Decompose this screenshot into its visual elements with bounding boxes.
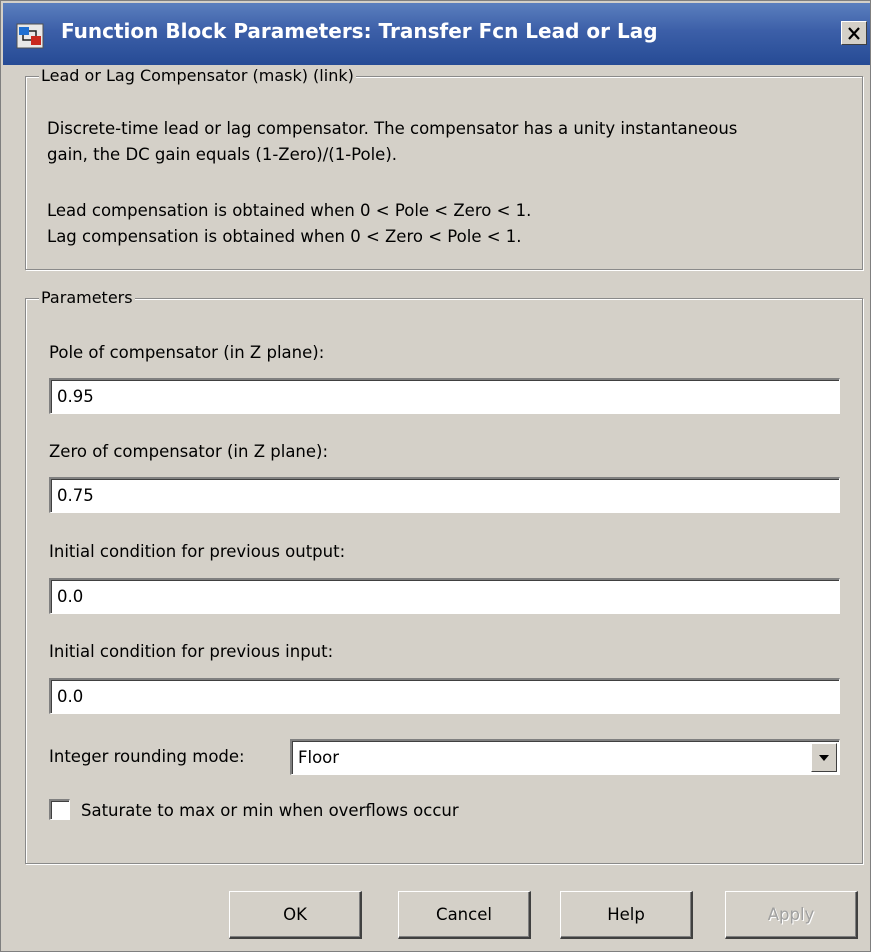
previous-input-input[interactable]: 0.0 <box>49 678 840 714</box>
pole-label: Pole of compensator (in Z plane): <box>49 343 325 362</box>
dialog-window: Function Block Parameters: Transfer Fcn … <box>0 0 871 952</box>
description-group-legend: Lead or Lag Compensator (mask) (link) <box>39 66 356 85</box>
rounding-mode-label: Integer rounding mode: <box>49 747 245 766</box>
saturate-checkbox[interactable] <box>49 799 70 820</box>
rounding-mode-select[interactable]: Floor <box>290 739 840 775</box>
zero-input[interactable]: 0.75 <box>49 477 840 513</box>
previous-output-input[interactable]: 0.0 <box>49 578 840 614</box>
simulink-block-icon <box>16 23 44 49</box>
previous-output-label: Initial condition for previous output: <box>49 542 346 561</box>
description-line-3: Lead compensation is obtained when 0 < P… <box>47 201 532 220</box>
pole-input[interactable]: 0.95 <box>49 378 840 414</box>
dropdown-button[interactable] <box>811 743 837 772</box>
description-line-4: Lag compensation is obtained when 0 < Ze… <box>47 227 522 246</box>
title-bar[interactable]: Function Block Parameters: Transfer Fcn … <box>3 3 870 65</box>
zero-label: Zero of compensator (in Z plane): <box>49 442 329 461</box>
close-icon <box>848 26 860 40</box>
saturate-label[interactable]: Saturate to max or min when overflows oc… <box>81 801 459 820</box>
previous-input-label: Initial condition for previous input: <box>49 642 334 661</box>
description-line-2: gain, the DC gain equals (1-Zero)/(1-Pol… <box>47 145 398 164</box>
apply-button[interactable]: Apply <box>725 891 858 939</box>
parameters-group-legend: Parameters <box>39 288 135 307</box>
ok-button[interactable]: OK <box>229 891 362 939</box>
window-title: Function Block Parameters: Transfer Fcn … <box>61 19 658 43</box>
cancel-button[interactable]: Cancel <box>398 891 531 939</box>
help-button[interactable]: Help <box>560 891 693 939</box>
rounding-mode-value: Floor <box>298 748 340 767</box>
description-line-1: Discrete-time lead or lag compensator. T… <box>47 119 738 138</box>
close-button[interactable] <box>841 21 867 45</box>
chevron-down-icon <box>819 754 829 761</box>
